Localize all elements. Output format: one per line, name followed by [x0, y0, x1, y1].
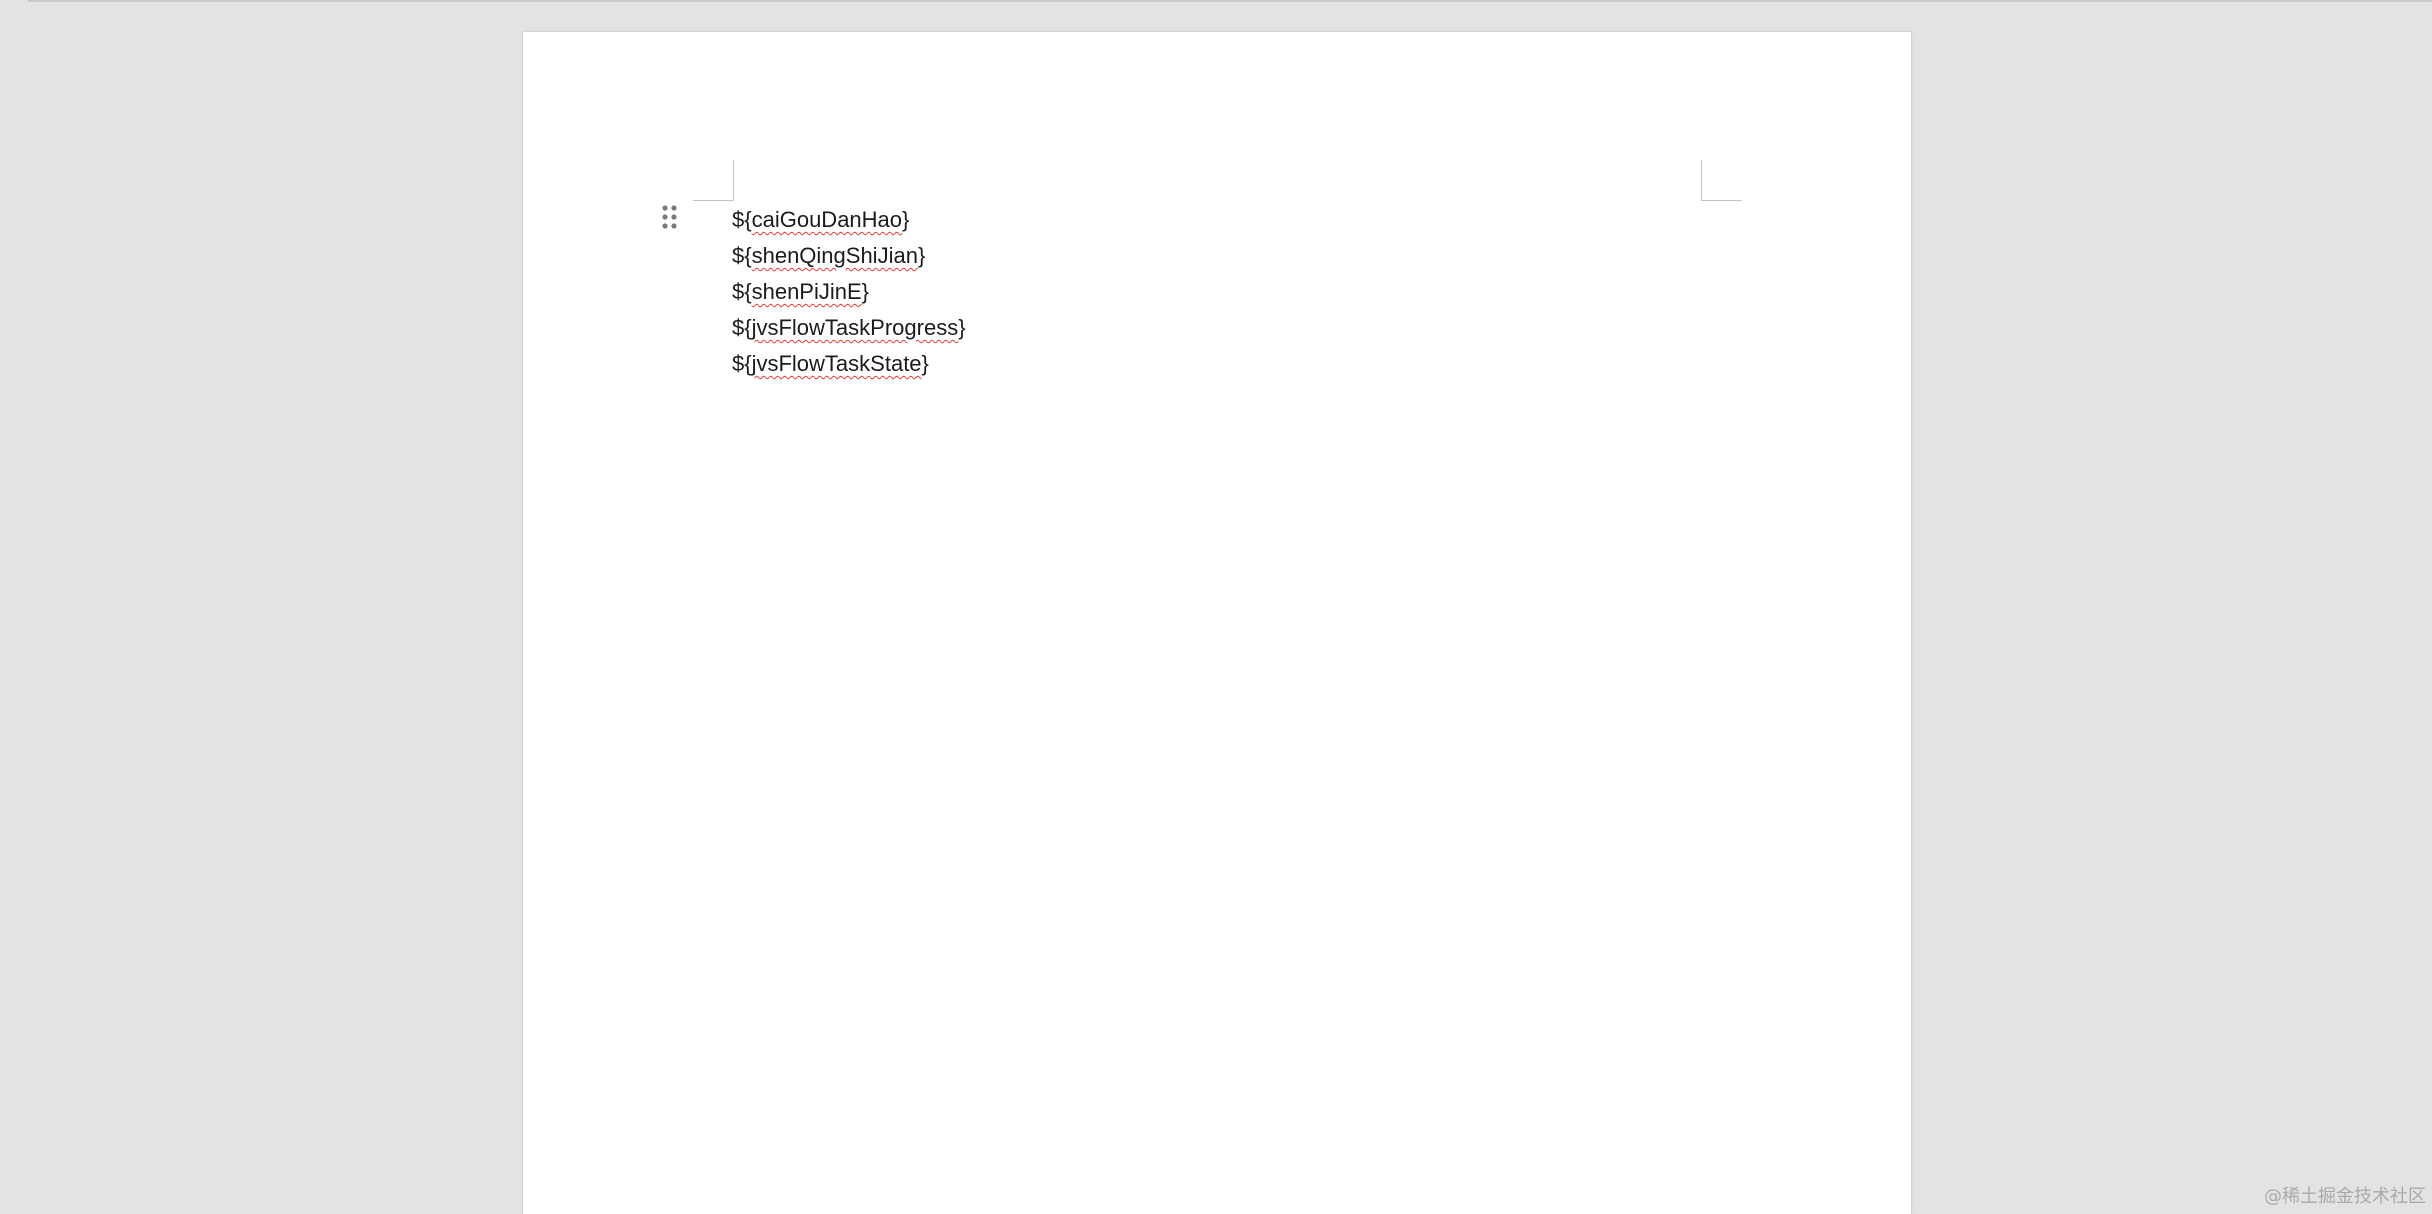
placeholder-line[interactable]: ${jvsFlowTaskState} [732, 346, 966, 382]
placeholder-field: shenQingShiJian [751, 243, 918, 268]
placeholder-field: shenPiJinE [751, 279, 862, 304]
placeholder-line[interactable]: ${jvsFlowTaskProgress} [732, 310, 966, 346]
placeholder-field: jvsFlowTaskState [751, 351, 922, 376]
placeholder-suffix: } [917, 243, 926, 268]
placeholder-suffix: } [902, 207, 910, 232]
placeholder-line[interactable]: ${shenQingShiJian} [732, 238, 966, 274]
placeholder-suffix: } [921, 351, 929, 376]
placeholder-prefix: ${ [732, 315, 752, 340]
margin-corner-top-right [1701, 160, 1702, 200]
watermark: @稀土掘金技术社区 [2264, 1186, 2426, 1207]
placeholder-prefix: ${ [732, 351, 752, 376]
placeholder-suffix: } [861, 279, 870, 304]
placeholder-suffix: } [958, 315, 966, 340]
placeholder-prefix: ${ [732, 279, 752, 304]
margin-corner-top-left [733, 160, 734, 200]
placeholder-field: caiGouDanHao [751, 207, 903, 232]
placeholder-line[interactable]: ${shenPiJinE} [732, 274, 966, 310]
placeholder-prefix: ${ [732, 207, 752, 232]
margin-corner-top-left [693, 200, 734, 201]
placeholder-line[interactable]: ${caiGouDanHao} [732, 202, 966, 238]
placeholder-prefix: ${ [732, 243, 752, 268]
document-page[interactable]: ${caiGouDanHao} ${shenQingShiJian} ${she… [523, 32, 1911, 1214]
top-border [28, 0, 2432, 2]
drag-handle-icon[interactable] [661, 204, 679, 232]
placeholder-list[interactable]: ${caiGouDanHao} ${shenQingShiJian} ${she… [732, 202, 966, 382]
margin-corner-top-right [1701, 200, 1742, 201]
placeholder-field: jvsFlowTaskProgress [751, 315, 959, 340]
